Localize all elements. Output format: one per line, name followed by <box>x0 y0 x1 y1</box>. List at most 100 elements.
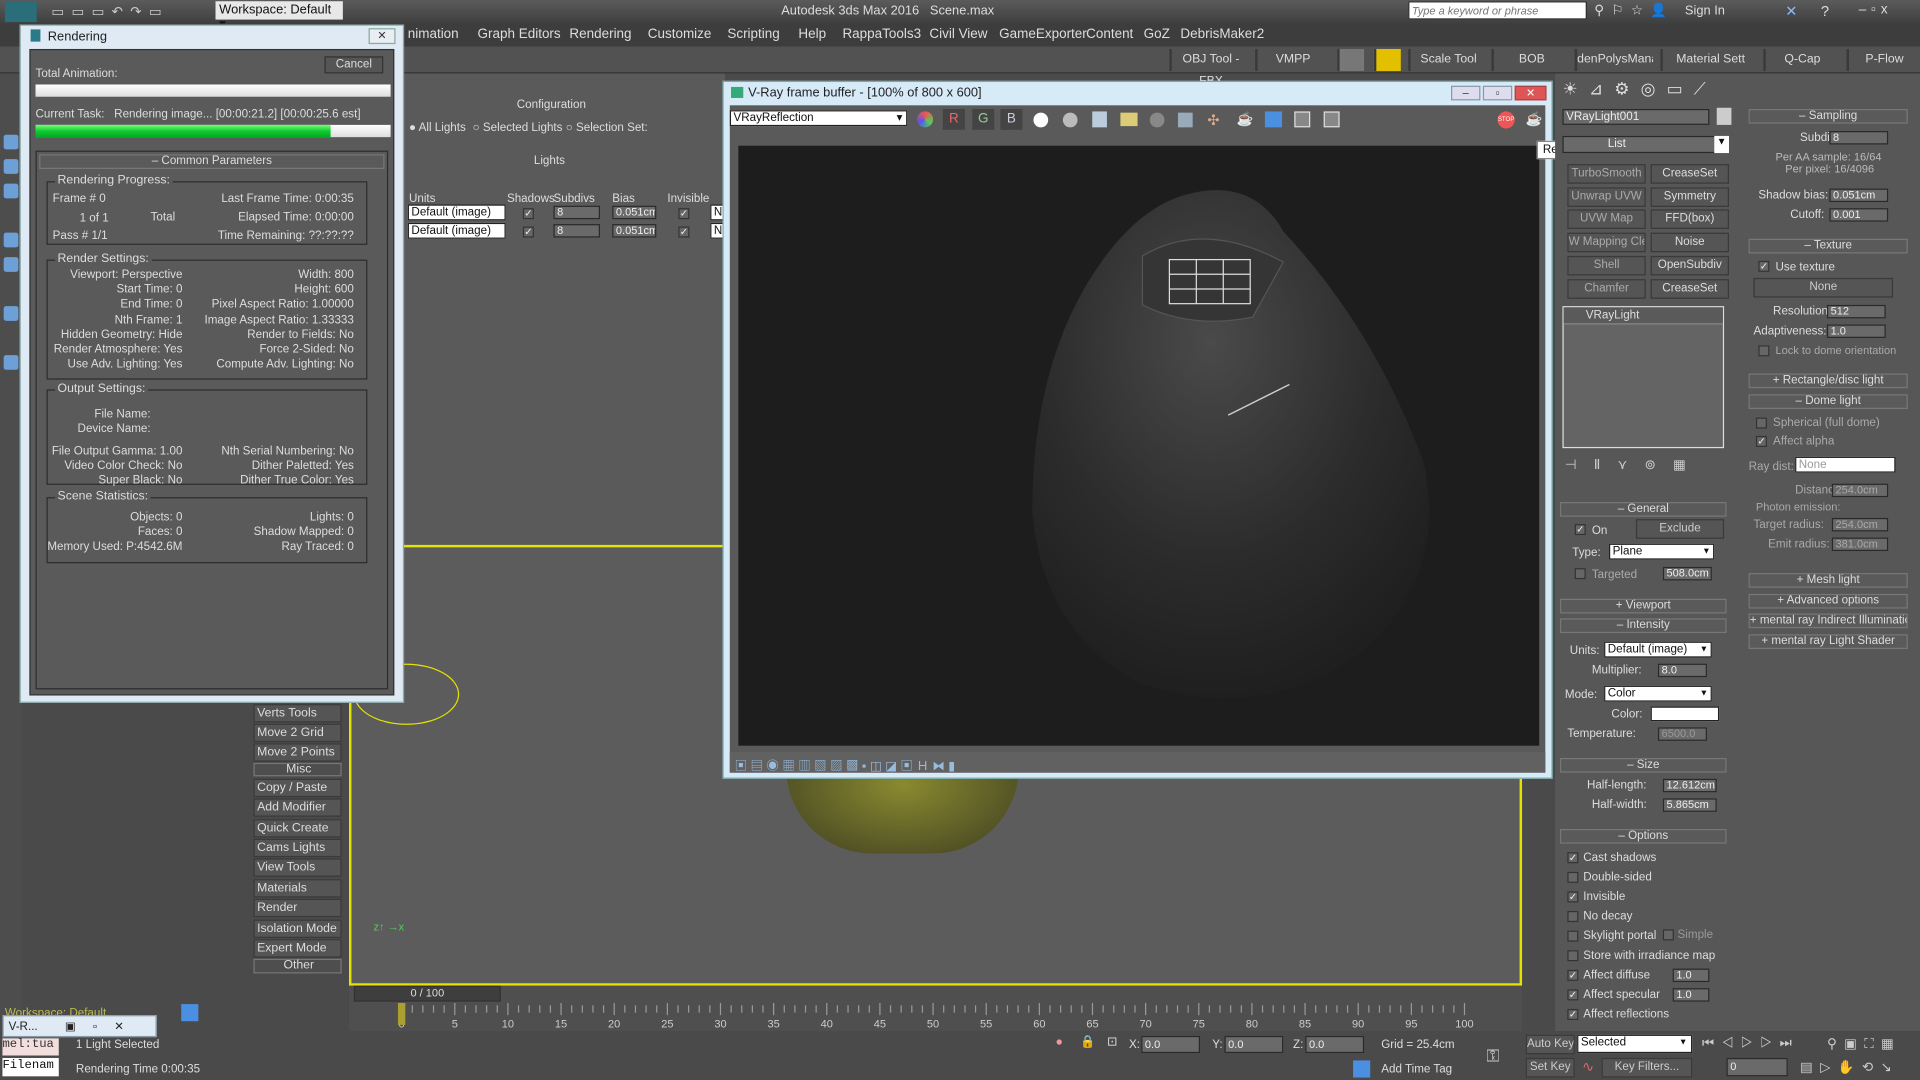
multiplier-field[interactable]: 8.0 <box>1657 663 1707 678</box>
resolution-field[interactable]: 512 <box>1826 304 1886 319</box>
tool-icon[interactable] <box>3 257 19 272</box>
alpha-white-icon[interactable] <box>1033 112 1049 128</box>
collapsed-rollout-header[interactable]: + mental ray Light Shader <box>1748 633 1908 649</box>
menu-rappatools3[interactable]: RappaTools3 <box>842 27 921 42</box>
toolbar-icon-button[interactable] <box>1337 48 1365 72</box>
chevron-down-icon[interactable]: ▼ <box>1714 135 1729 154</box>
modifier-button[interactable]: TurboSmooth <box>1567 164 1646 184</box>
modifier-button[interactable]: W Mapping Cle <box>1567 232 1646 253</box>
texture-rollout-header[interactable]: – Texture <box>1748 238 1908 254</box>
tool-move-2-grid[interactable]: Move 2 Grid <box>253 723 342 743</box>
modifier-button[interactable]: Noise <box>1650 232 1729 253</box>
tool-copy-paste[interactable]: Copy / Paste <box>253 778 342 798</box>
radio-selection-set[interactable]: ○ Selection Set: <box>566 121 648 134</box>
command-panel-tabs[interactable]: ☀⊿⚙◎▭⟋ <box>1562 78 1733 102</box>
subdivs-field[interactable]: 8 <box>553 205 601 220</box>
tool-quick-create[interactable]: Quick Create <box>253 819 342 838</box>
tool-materials[interactable]: Materials <box>253 879 342 898</box>
modifier-button[interactable]: Chamfer <box>1567 278 1646 299</box>
general-rollout-header[interactable]: – General <box>1560 502 1727 517</box>
modifier-button[interactable]: Shell <box>1567 255 1646 276</box>
toolbar-scale-tool-button[interactable]: Scale Tool <box>1408 48 1486 72</box>
region-icon[interactable]: ✣ <box>1207 111 1223 128</box>
size-rollout-header[interactable]: – Size <box>1560 757 1727 773</box>
collapsed-rollout-header[interactable]: + mental ray Indirect Illumination <box>1748 613 1908 629</box>
dome-light-rollout-header[interactable]: – Dome light <box>1748 394 1908 409</box>
stop-render-button[interactable]: STOP <box>1497 111 1515 129</box>
tool-expert-mode[interactable]: Expert Mode <box>253 939 342 958</box>
save-icon[interactable] <box>1092 111 1107 128</box>
isolate-icon[interactable]: ● <box>1056 1036 1063 1049</box>
ab-compare-icon[interactable] <box>1323 111 1340 128</box>
tool-render[interactable]: Render <box>253 898 342 918</box>
track-mouse-icon[interactable] <box>1264 111 1283 128</box>
menu-scripting[interactable]: Scripting <box>727 27 779 42</box>
toolbar-material-settings-button[interactable]: Material Sett <box>1660 48 1758 72</box>
option-checkbox[interactable] <box>1567 950 1579 962</box>
timeline-ticks[interactable]: 0510152025303540455055606570758085909510… <box>349 1002 1522 1031</box>
temperature-field[interactable]: 6500.0 <box>1657 727 1707 741</box>
shadow-bias-field[interactable]: 0.051cm <box>1829 188 1889 203</box>
units-dropdown[interactable]: Default (image) <box>407 222 506 239</box>
collapsed-rollout-header[interactable]: + Mesh light <box>1748 573 1908 588</box>
z-coordinate-field[interactable]: 0.0 <box>1305 1035 1365 1054</box>
color-channels-icon[interactable] <box>917 111 934 128</box>
option-checkbox[interactable] <box>1567 930 1579 942</box>
green-channel-button[interactable]: G <box>972 108 995 130</box>
tool-icon[interactable] <box>3 159 19 174</box>
vfb-minimized-window[interactable]: V-R... ▣▫✕ <box>2 1015 157 1038</box>
modifier-list-dropdown[interactable]: List <box>1562 135 1722 154</box>
shadows-checkbox[interactable]: ✓ <box>522 226 534 238</box>
menu-goz[interactable]: GoZ <box>1144 27 1170 42</box>
toolbar-obj-tool-button[interactable]: OBJ Tool - FBX <box>1169 48 1250 88</box>
toolbar-polys-manager-button[interactable]: denPolysMana <box>1574 48 1653 72</box>
modifier-button[interactable]: OpenSubdiv <box>1650 255 1729 276</box>
close-button[interactable]: ✕ <box>368 28 396 45</box>
current-frame-field[interactable]: 0 <box>1726 1057 1788 1077</box>
blue-channel-button[interactable]: B <box>1000 108 1023 130</box>
menu-civil-view[interactable]: Civil View <box>929 27 987 42</box>
viewport-navigation-icons[interactable]: ⚲▣⛶▦ <box>1827 1036 1901 1053</box>
exchange-icon[interactable]: ✕ <box>1785 2 1797 19</box>
set-key-button[interactable]: Set Key <box>1525 1057 1575 1078</box>
app-logo-icon[interactable] <box>4 1 37 23</box>
toolbar-qcap-button[interactable]: Q-Cap <box>1763 48 1839 72</box>
menu-gameexporter[interactable]: GameExporter <box>999 27 1087 42</box>
collapsed-rollout-header[interactable]: + Advanced options <box>1748 593 1908 608</box>
radio-all-lights[interactable]: ● All Lights <box>409 121 466 134</box>
option-value-field[interactable]: 1.0 <box>1672 988 1710 1002</box>
color-swatch[interactable] <box>1650 706 1720 722</box>
mode-dropdown[interactable]: Color ▼ <box>1604 685 1712 702</box>
toolbar-vmpp-button[interactable]: VMPP <box>1255 48 1328 72</box>
channel-dropdown[interactable]: VRayReflection ▾ <box>729 110 908 127</box>
viewport-navigation-icons[interactable]: ▤▷✋⟲↘ <box>1800 1059 1899 1075</box>
subdivs-field[interactable]: 8 <box>1829 131 1889 145</box>
on-checkbox[interactable]: ✓ <box>1574 524 1586 536</box>
option-checkbox[interactable]: ✓ <box>1567 969 1579 981</box>
ab-compare-icon[interactable] <box>1294 111 1311 128</box>
maxscript-input[interactable]: Filenam <box>2 1057 59 1077</box>
modifier-button[interactable]: UVW Map <box>1567 209 1646 230</box>
tool-view-tools[interactable]: View Tools <box>253 858 342 877</box>
selection-set-dropdown[interactable]: Selected ▼ <box>1577 1034 1693 1054</box>
folder-icon[interactable] <box>1120 112 1138 127</box>
menu-debrismaker2[interactable]: DebrisMaker2 <box>1180 27 1264 42</box>
layer-icon[interactable] <box>181 1004 199 1022</box>
option-checkbox[interactable]: ✓ <box>1567 891 1579 903</box>
stack-item-vraylight[interactable]: VRayLight <box>1563 307 1723 325</box>
type-dropdown[interactable]: Plane ▼ <box>1608 543 1715 560</box>
option-checkbox[interactable]: ✓ <box>1567 852 1579 864</box>
menu-graph-editors[interactable]: Graph Editors <box>478 27 561 42</box>
render-last-button[interactable]: ☕ <box>1526 111 1543 128</box>
absolute-mode-icon[interactable]: ⊡ <box>1107 1036 1117 1049</box>
options-rollout-header[interactable]: – Options <box>1560 828 1727 844</box>
teapot-icon[interactable]: ☕ <box>1237 111 1254 128</box>
key-curve-icon[interactable]: ∿ <box>1582 1058 1594 1075</box>
menu-animation[interactable]: nimation <box>408 27 459 42</box>
use-texture-checkbox[interactable]: ✓ <box>1758 260 1770 272</box>
toolbar-yellow-icon-button[interactable] <box>1373 48 1401 72</box>
tool-move-2-points[interactable]: Move 2 Points <box>253 743 342 762</box>
menu-customize[interactable]: Customize <box>648 27 712 42</box>
adaptiveness-field[interactable]: 1.0 <box>1826 324 1886 338</box>
time-tag-icon[interactable] <box>1353 1060 1371 1078</box>
